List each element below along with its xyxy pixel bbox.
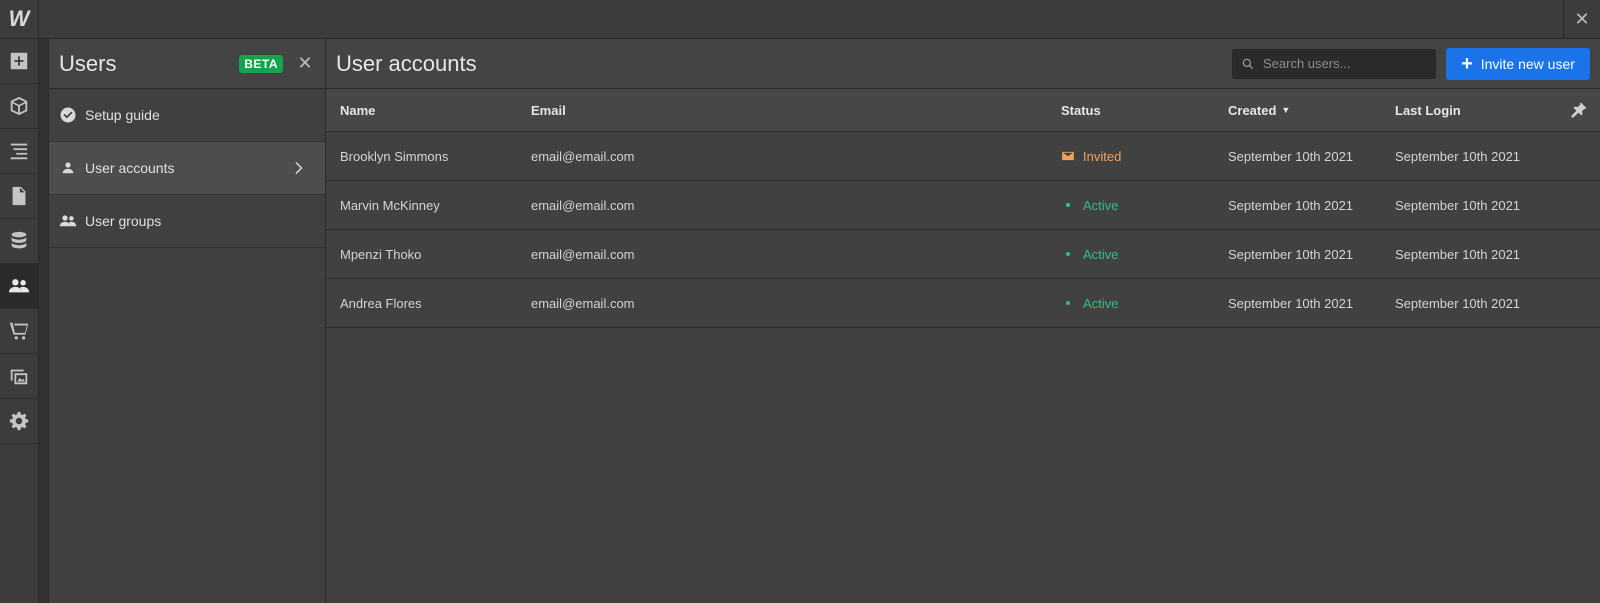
cell-email: email@email.com <box>531 295 635 311</box>
table-row[interactable]: Andrea Flores email@email.com Active Sep… <box>326 279 1600 328</box>
invite-new-user-button[interactable]: + Invite new user <box>1446 47 1590 80</box>
panel-gutter <box>39 39 49 603</box>
nav-label: User groups <box>85 213 162 229</box>
top-bar: W ✕ <box>0 0 1600 39</box>
caret-down-icon: ▼ <box>1281 105 1291 115</box>
panel-header: Users BETA ✕ <box>49 39 325 89</box>
cell-last-login: September 10th 2021 <box>1395 197 1521 213</box>
status-dot-icon <box>1061 252 1075 256</box>
cell-status: Active <box>1061 247 1228 262</box>
cell-last-login: September 10th 2021 <box>1395 148 1521 164</box>
search-icon <box>1242 58 1254 69</box>
rail-item-assets[interactable] <box>0 354 38 399</box>
table-row[interactable]: Brooklyn Simmons email@email.com Invited… <box>326 132 1600 181</box>
cell-created: September 10th 2021 <box>1228 295 1354 311</box>
assets-icon <box>10 369 28 385</box>
main-content: User accounts + Invite new user Name Ema… <box>326 39 1600 603</box>
rail-item-users[interactable] <box>0 264 38 309</box>
webflow-logo[interactable]: W <box>0 0 39 38</box>
status-dot-icon <box>1061 301 1075 305</box>
user-group-icon <box>59 215 77 227</box>
left-rail <box>0 39 39 603</box>
status-badge: Invited <box>1083 148 1122 164</box>
nav-label: User accounts <box>85 160 175 176</box>
search-input[interactable] <box>1261 55 1435 72</box>
rail-item-add[interactable] <box>0 39 38 84</box>
cell-email: email@email.com <box>531 197 635 213</box>
pages-icon <box>12 186 26 206</box>
nav-label: Setup guide <box>85 107 160 123</box>
cell-email: email@email.com <box>531 246 635 262</box>
close-icon[interactable]: ✕ <box>1563 0 1600 38</box>
cell-status: Active <box>1061 296 1228 311</box>
column-header-email[interactable]: Email <box>531 103 1061 118</box>
nav-item-user-accounts[interactable]: User accounts <box>49 142 325 195</box>
cell-last-login: September 10th 2021 <box>1395 246 1521 262</box>
cell-created: September 10th 2021 <box>1228 148 1354 164</box>
check-circle-icon <box>60 107 76 123</box>
cell-name: Andrea Flores <box>340 295 422 311</box>
table-row[interactable]: Mpenzi Thoko email@email.com Active Sept… <box>326 230 1600 279</box>
column-header-created[interactable]: Created ▼ <box>1228 103 1395 118</box>
rail-item-settings[interactable] <box>0 399 38 444</box>
column-header-status[interactable]: Status <box>1061 103 1228 118</box>
cell-created: September 10th 2021 <box>1228 246 1354 262</box>
rail-item-ecommerce[interactable] <box>0 309 38 354</box>
table-row[interactable]: Marvin McKinney email@email.com Active S… <box>326 181 1600 230</box>
close-icon[interactable]: ✕ <box>295 53 315 74</box>
database-icon <box>11 231 27 249</box>
beta-badge: BETA <box>239 54 283 73</box>
cell-status: Active <box>1061 198 1228 213</box>
cell-name: Brooklyn Simmons <box>340 148 449 164</box>
users-icon <box>8 279 30 293</box>
rail-item-components[interactable] <box>0 84 38 129</box>
add-icon <box>10 52 28 70</box>
chevron-right-icon <box>295 162 303 174</box>
cell-status: Invited <box>1061 149 1228 164</box>
rail-item-pages[interactable] <box>0 174 38 219</box>
gear-icon <box>9 411 29 431</box>
cell-name: Marvin McKinney <box>340 197 440 213</box>
page-title: User accounts <box>336 50 477 76</box>
nav-item-user-groups[interactable]: User groups <box>49 195 325 248</box>
envelope-icon <box>1061 149 1075 163</box>
column-header-name[interactable]: Name <box>326 103 531 118</box>
cell-last-login: September 10th 2021 <box>1395 295 1521 311</box>
pin-icon[interactable] <box>1570 101 1588 119</box>
status-badge: Active <box>1083 295 1119 311</box>
rail-item-cms[interactable] <box>0 219 38 264</box>
table-header: Name Email Status Created ▼ Last Login <box>326 89 1600 132</box>
status-badge: Active <box>1083 197 1119 213</box>
rail-item-navigator[interactable] <box>0 129 38 174</box>
cart-icon <box>9 322 29 340</box>
users-panel: Users BETA ✕ Setup guide User accounts U… <box>49 39 326 603</box>
user-icon <box>62 162 74 174</box>
nav-item-setup-guide[interactable]: Setup guide <box>49 89 325 142</box>
search-box[interactable] <box>1232 48 1436 79</box>
status-dot-icon <box>1061 203 1075 207</box>
cell-name: Mpenzi Thoko <box>340 246 422 262</box>
panel-title: Users <box>59 50 117 76</box>
cell-created: September 10th 2021 <box>1228 197 1354 213</box>
invite-label: Invite new user <box>1480 55 1575 72</box>
navigator-icon <box>10 143 28 160</box>
box-icon <box>10 96 28 116</box>
cell-email: email@email.com <box>531 148 635 164</box>
column-header-created-label: Created <box>1228 102 1277 118</box>
status-badge: Active <box>1083 246 1119 262</box>
plus-icon: + <box>1461 52 1473 75</box>
main-header: User accounts + Invite new user <box>326 39 1600 89</box>
